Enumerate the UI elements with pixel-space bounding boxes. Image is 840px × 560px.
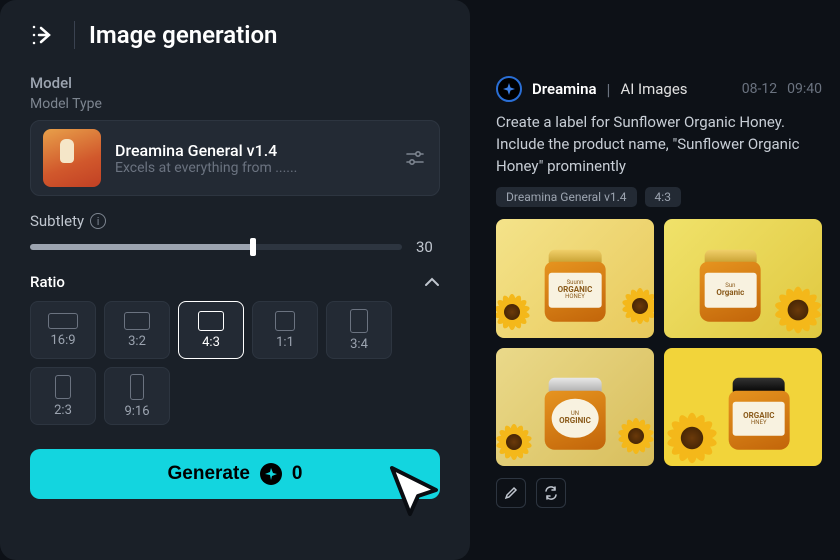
subtlety-value: 30 [416,238,440,256]
ratio-options: 16:9 3:2 4:3 1:1 3:4 2:3 9:16 [30,301,440,425]
panel-header: Image generation [30,20,440,50]
regenerate-button[interactable] [536,478,566,508]
generate-button[interactable]: Generate 0 [30,449,440,499]
result-actions [496,478,822,508]
model-selector[interactable]: Dreamina General v1.4 Excels at everythi… [30,120,440,196]
model-description: Excels at everything from ...... [115,160,389,176]
brand-badge-icon [496,76,522,102]
ratio-option-16-9[interactable]: 16:9 [30,301,96,359]
result-image-1[interactable]: SuunnORGANICHONEY [496,219,654,338]
ratio-option-4-3[interactable]: 4:3 [178,301,244,359]
feed-header: Dreamina | AI Images 08-12 09:40 [496,76,822,102]
generate-label: Generate [168,463,250,485]
ratio-option-9-16[interactable]: 9:16 [104,367,170,425]
model-section-label: Model [30,74,440,92]
ratio-label: Ratio [30,273,65,291]
model-name: Dreamina General v1.4 [115,141,389,160]
result-image-4[interactable]: ORGAIICHNEY [664,348,822,467]
ratio-option-2-3[interactable]: 2:3 [30,367,96,425]
brand-name: Dreamina [532,80,597,98]
feed-time: 09:40 [787,81,822,97]
prompt-text: Create a label for Sunflower Organic Hon… [496,112,822,177]
divider [74,21,75,49]
subtlety-label: Subtlety [30,212,84,230]
panel-title: Image generation [89,21,277,49]
credits-icon [260,463,282,485]
model-thumbnail [43,129,101,187]
subtlety-slider[interactable] [30,244,402,250]
edit-button[interactable] [496,478,526,508]
expand-icon[interactable] [30,20,60,50]
info-icon[interactable]: i [90,213,106,229]
feed-date: 08-12 [742,81,777,97]
chip-model: Dreamina General v1.4 [496,187,637,207]
ratio-option-3-2[interactable]: 3:2 [104,301,170,359]
result-grid: SuunnORGANICHONEY SunOrganic UNORGINIC O… [496,219,822,466]
chip-ratio: 4:3 [645,187,681,207]
chip-row: Dreamina General v1.4 4:3 [496,187,822,207]
result-image-3[interactable]: UNORGINIC [496,348,654,467]
model-type-label: Model Type [30,96,440,112]
result-image-2[interactable]: SunOrganic [664,219,822,338]
brand-category: AI Images [620,80,687,98]
ratio-option-3-4[interactable]: 3:4 [326,301,392,359]
ratio-option-1-1[interactable]: 1:1 [252,301,318,359]
generate-cost: 0 [292,463,303,485]
chevron-up-icon[interactable] [424,272,440,291]
model-settings-icon[interactable] [403,146,427,170]
